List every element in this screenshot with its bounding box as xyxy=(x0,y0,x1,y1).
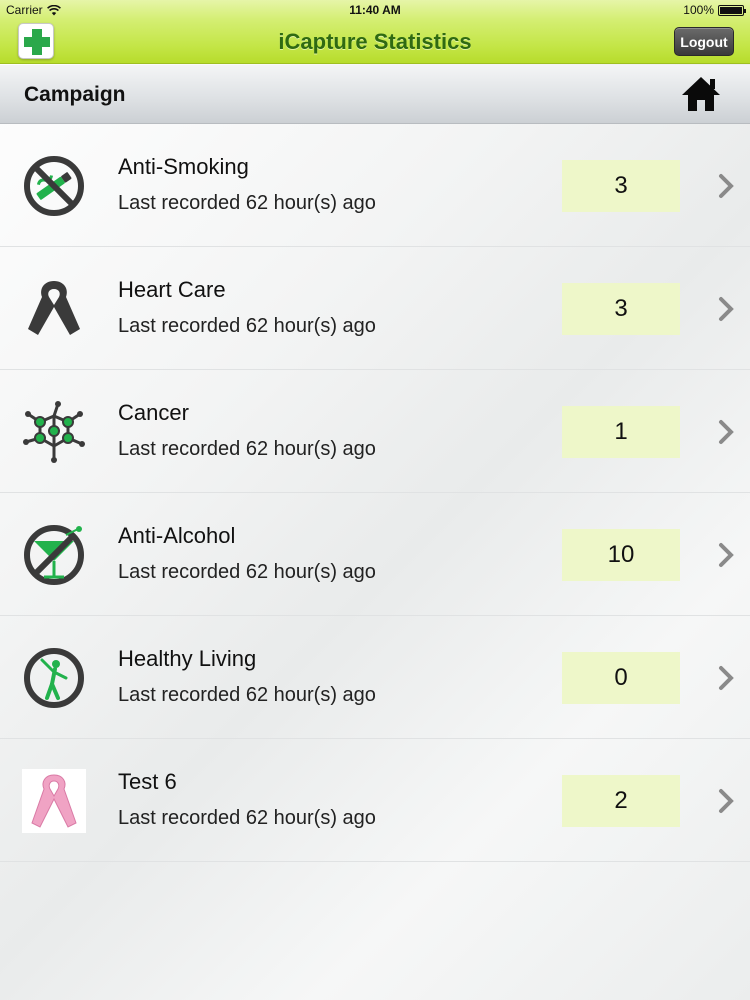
campaign-title: Healthy Living xyxy=(118,646,257,671)
campaign-count: 0 xyxy=(562,652,680,704)
cell-network-icon xyxy=(23,401,85,463)
campaign-count: 3 xyxy=(562,160,680,212)
campaign-title: Test 6 xyxy=(118,769,177,794)
campaign-last-recorded: Last recorded 62 hour(s) ago xyxy=(118,192,376,214)
campaign-title: Heart Care xyxy=(118,277,226,302)
campaign-last-recorded: Last recorded 62 hour(s) ago xyxy=(118,807,376,829)
campaign-list: Anti-Smoking Last recorded 62 hour(s) ag… xyxy=(0,124,750,862)
campaign-last-recorded: Last recorded 62 hour(s) ago xyxy=(118,561,376,583)
campaign-title: Cancer xyxy=(118,400,189,425)
list-item[interactable]: Healthy Living Last recorded 62 hour(s) … xyxy=(0,616,750,739)
no-smoking-icon xyxy=(24,156,84,216)
carrier-label: Carrier xyxy=(6,3,43,17)
campaign-count: 3 xyxy=(562,283,680,335)
list-item[interactable]: Anti-Alcohol Last recorded 62 hour(s) ag… xyxy=(0,493,750,616)
chevron-right-icon xyxy=(719,789,734,813)
status-time: 11:40 AM xyxy=(349,3,401,17)
battery-icon xyxy=(718,4,746,16)
list-item[interactable]: Cancer Last recorded 62 hour(s) ago 1 xyxy=(0,370,750,493)
chevron-right-icon xyxy=(719,297,734,321)
campaign-last-recorded: Last recorded 62 hour(s) ago xyxy=(118,684,376,706)
section-header: Campaign xyxy=(0,65,750,124)
campaign-last-recorded: Last recorded 62 hour(s) ago xyxy=(118,315,376,337)
list-item[interactable]: Test 6 Last recorded 62 hour(s) ago 2 xyxy=(0,739,750,862)
list-item[interactable]: Anti-Smoking Last recorded 62 hour(s) ag… xyxy=(0,124,750,247)
wifi-icon xyxy=(46,4,61,15)
no-alcohol-icon xyxy=(24,525,84,585)
campaign-title: Anti-Alcohol xyxy=(118,523,236,548)
chevron-right-icon xyxy=(719,174,734,198)
campaign-count: 2 xyxy=(562,775,680,827)
status-right: 100% xyxy=(683,3,746,17)
chevron-right-icon xyxy=(719,420,734,444)
campaign-title: Anti-Smoking xyxy=(118,154,249,179)
chevron-right-icon xyxy=(719,666,734,690)
chevron-right-icon xyxy=(719,543,734,567)
campaign-count: 1 xyxy=(562,406,680,458)
stretching-person-icon xyxy=(24,648,84,708)
campaign-last-recorded: Last recorded 62 hour(s) ago xyxy=(118,438,376,460)
home-icon[interactable] xyxy=(680,75,722,113)
awareness-ribbon-icon xyxy=(28,281,80,335)
status-left: Carrier xyxy=(6,3,61,17)
status-bar: Carrier 11:40 AM 100% xyxy=(0,0,750,20)
list-item[interactable]: Heart Care Last recorded 62 hour(s) ago … xyxy=(0,247,750,370)
nav-bar: iCapture Statistics Logout xyxy=(0,20,750,64)
section-title: Campaign xyxy=(24,83,126,106)
logout-button[interactable]: Logout xyxy=(674,27,734,56)
app-title: iCapture Statistics xyxy=(278,29,472,54)
pink-ribbon-icon xyxy=(22,769,86,833)
campaign-count: 10 xyxy=(562,529,680,581)
battery-percent: 100% xyxy=(683,3,714,17)
